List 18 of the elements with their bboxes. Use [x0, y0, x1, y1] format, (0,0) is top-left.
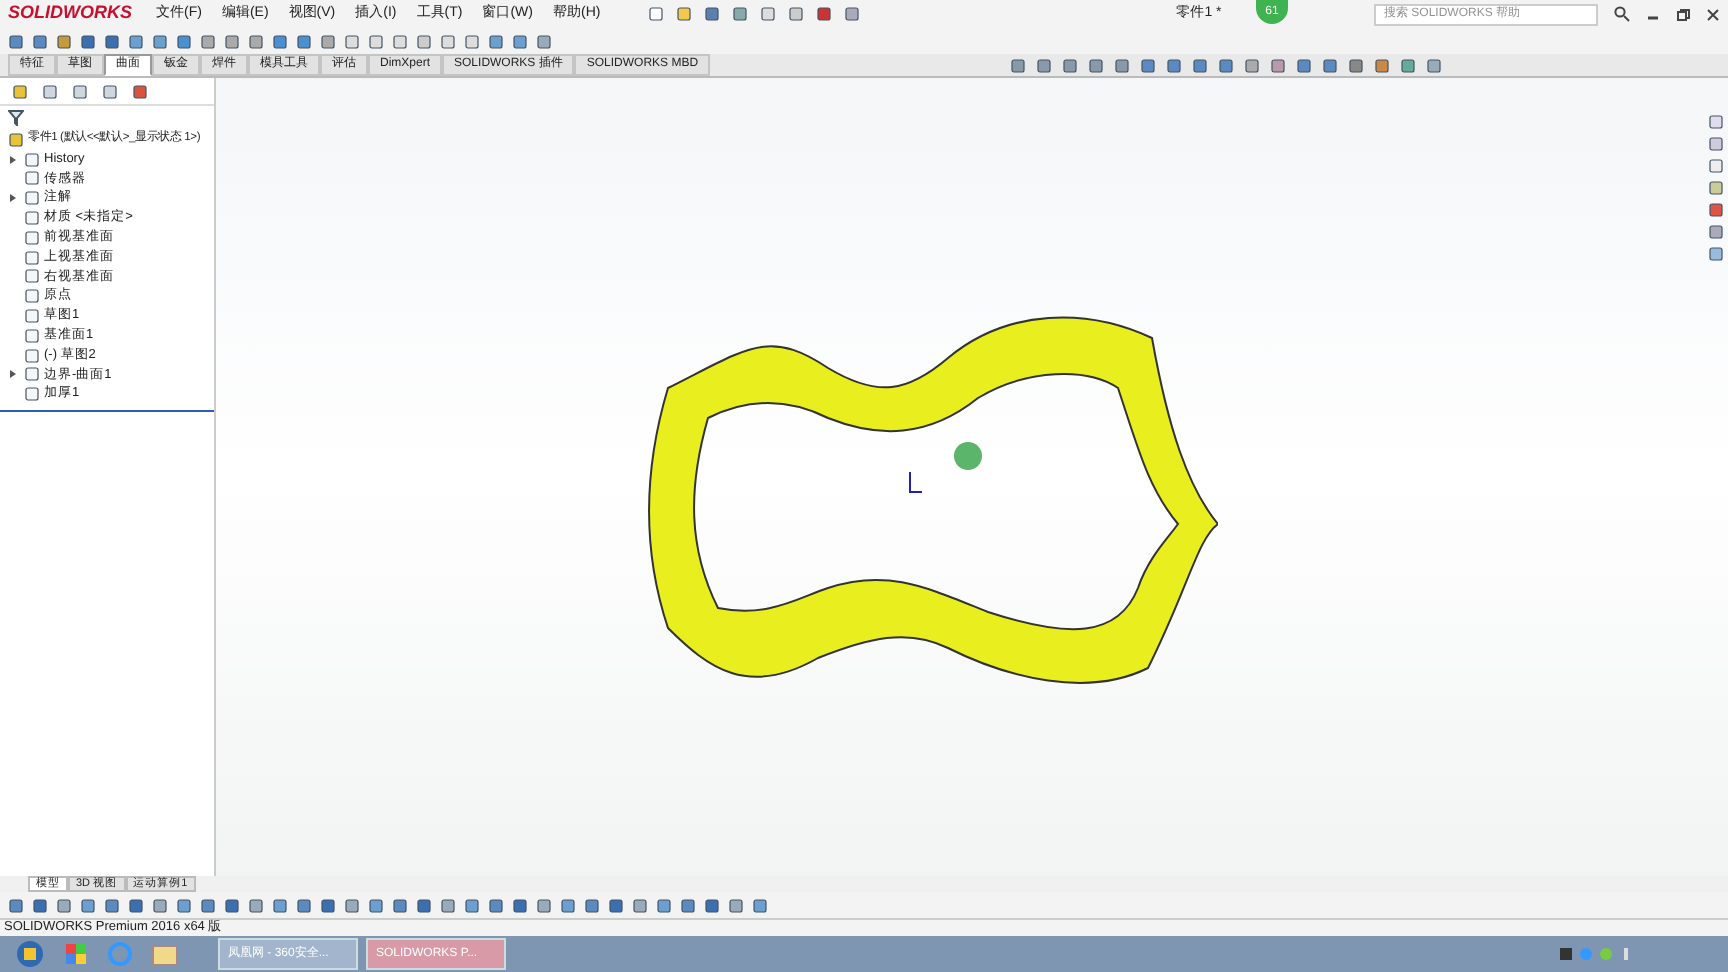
panel-tab-icon[interactable]: [68, 83, 92, 99]
start-button-icon[interactable]: [16, 940, 44, 968]
panel-tab-icon[interactable]: [38, 83, 62, 99]
search-icon[interactable]: [1614, 6, 1630, 22]
cursor-highlight-icon: [954, 442, 982, 470]
expand-arrow-icon[interactable]: [8, 370, 16, 379]
filter-icon[interactable]: [8, 110, 24, 126]
app-icon[interactable]: [64, 942, 88, 966]
panel-tab-icon[interactable]: [128, 83, 152, 99]
restore-icon[interactable]: [1676, 7, 1690, 21]
origin-icon: [906, 470, 922, 494]
panel-tab-icon[interactable]: [8, 83, 32, 99]
expand-arrow-icon[interactable]: [8, 155, 16, 164]
panel-tab-icon[interactable]: [98, 83, 122, 99]
close-icon[interactable]: [1706, 7, 1720, 21]
app-logo: SOLIDWORKS: [8, 0, 134, 27]
part-icon[interactable]: [8, 131, 24, 148]
expand-arrow-icon[interactable]: [8, 194, 16, 203]
